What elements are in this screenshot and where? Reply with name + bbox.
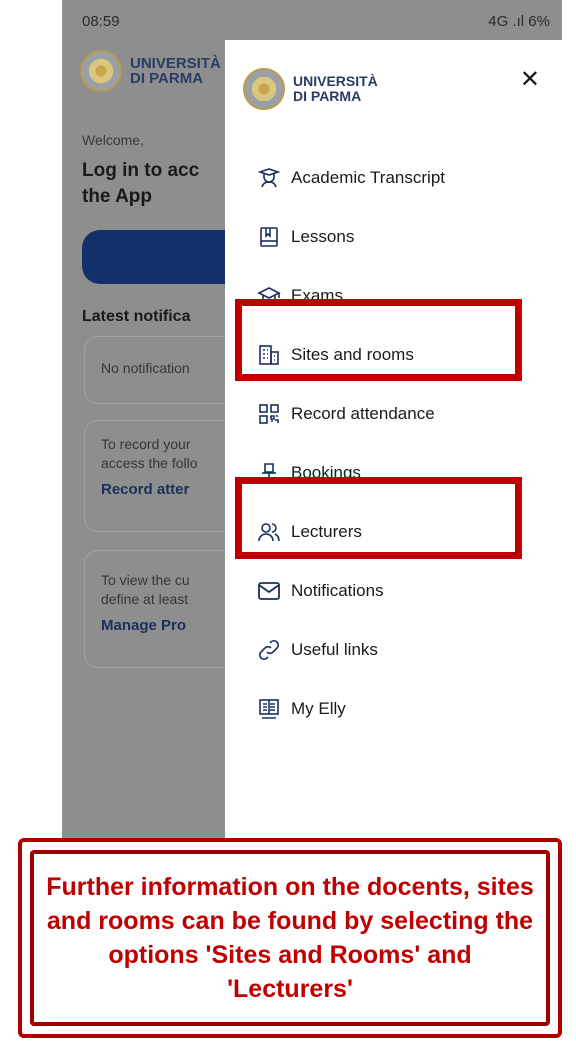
- highlight-sites-and-rooms: [235, 299, 522, 381]
- menu-item-label: Notifications: [291, 580, 384, 600]
- menu-item-lessons[interactable]: Lessons: [257, 207, 445, 266]
- elly-icon: [259, 698, 279, 719]
- drawer-menu: Academic Transcript Lessons Exams Sites …: [257, 148, 445, 738]
- book-icon: [260, 226, 278, 247]
- university-seal-icon: [80, 50, 122, 92]
- mail-icon: [258, 581, 280, 600]
- status-time: 08:59: [82, 13, 120, 30]
- latest-notifications-heading: Latest notifica: [82, 308, 191, 325]
- menu-item-label: Lessons: [291, 226, 355, 246]
- close-icon[interactable]: ✕: [520, 68, 540, 92]
- graduate-icon: [257, 167, 281, 187]
- menu-item-notifications[interactable]: Notifications: [257, 561, 445, 620]
- status-indicators: 4G .ıl 6%: [488, 13, 550, 30]
- drawer-logo: UNIVERSITÀ DI PARMA: [243, 68, 378, 110]
- menu-item-useful-links[interactable]: Useful links: [257, 620, 445, 679]
- logo-text-line1: UNIVERSITÀ: [130, 55, 221, 72]
- menu-item-label: My Elly: [291, 698, 346, 718]
- menu-item-academic-transcript[interactable]: Academic Transcript: [257, 148, 445, 207]
- navigation-drawer: UNIVERSITÀ DI PARMA ✕ Academic Transcrip…: [225, 40, 562, 838]
- background-logo: UNIVERSITÀ DI PARMA: [80, 50, 221, 92]
- card-text: To record your access the follo: [101, 436, 198, 471]
- login-title: Log in to acc the App: [82, 160, 200, 207]
- menu-item-record-attendance[interactable]: Record attendance: [257, 384, 445, 443]
- logo-text-line2: DI PARMA: [293, 88, 362, 104]
- menu-item-label: Academic Transcript: [291, 167, 445, 187]
- highlight-lecturers: [235, 477, 522, 559]
- qr-code-icon: [259, 403, 279, 424]
- callout-text: Further information on the docents, site…: [34, 854, 546, 1022]
- card-text: To view the cu define at least: [101, 572, 190, 607]
- university-seal-icon: [243, 68, 285, 110]
- phone-screen: 08:59 4G .ıl 6% UNIVERSITÀ DI PARMA Welc…: [62, 0, 562, 838]
- menu-item-label: Useful links: [291, 639, 378, 659]
- link-icon: [258, 639, 280, 660]
- menu-item-my-elly[interactable]: My Elly: [257, 679, 445, 738]
- logo-text-line2: DI PARMA: [130, 70, 204, 87]
- welcome-text: Welcome,: [82, 132, 144, 148]
- status-bar: 08:59 4G .ıl 6%: [62, 0, 562, 40]
- menu-item-label: Record attendance: [291, 403, 435, 423]
- logo-text-line1: UNIVERSITÀ: [293, 73, 378, 89]
- explanation-callout: Further information on the docents, site…: [18, 838, 562, 1038]
